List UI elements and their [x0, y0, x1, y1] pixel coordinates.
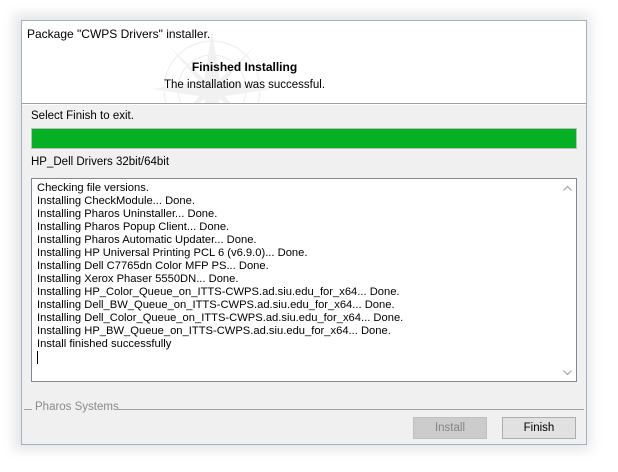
log-line: Installing HP Universal Printing PCL 6 (… [37, 247, 308, 259]
instruction-text: Select Finish to exit. [31, 110, 134, 122]
chevron-up-icon [563, 185, 572, 191]
status-heading: Finished Installing [191, 60, 298, 74]
installer-window: Package "CWPS Drivers" installer. Finish… [21, 20, 587, 445]
progress-bar [31, 128, 577, 149]
scroll-down-button[interactable] [559, 364, 576, 381]
log-line: Installing Dell_BW_Queue_on_ITTS-CWPS.ad… [37, 299, 395, 311]
window-title: Package "CWPS Drivers" installer. [27, 27, 211, 41]
log-line: Installing Dell C7765dn Color MFP PS... … [37, 260, 269, 272]
progress-bar-fill [32, 129, 576, 148]
chevron-down-icon [563, 369, 572, 375]
install-log-textarea[interactable]: Checking file versions. Installing CheckM… [31, 178, 577, 382]
status-subheading: The installation was successful. [163, 79, 326, 91]
footer-divider: Pharos Systems [22, 401, 586, 413]
log-line: Installing Xerox Phaser 5550DN... Done. [37, 273, 239, 285]
log-lines: Checking file versions. Installing CheckM… [37, 182, 403, 364]
scroll-up-button[interactable] [559, 179, 576, 196]
log-line: Installing Pharos Popup Client... Done. [37, 221, 230, 233]
package-name-label: HP_Dell Drivers 32bit/64bit [31, 156, 170, 168]
header-divider [22, 103, 586, 105]
log-line: Installing Pharos Uninstaller... Done. [37, 208, 218, 220]
header-panel: Package "CWPS Drivers" installer. Finish… [22, 21, 586, 103]
log-line: Installing HP_BW_Queue_on_ITTS-CWPS.ad.s… [37, 325, 391, 337]
log-line: Installing Dell_Color_Queue_on_ITTS-CWPS… [37, 312, 404, 324]
log-scrollbar[interactable] [559, 179, 576, 381]
log-line: Installing Pharos Automatic Updater... D… [37, 234, 257, 246]
text-caret [37, 351, 38, 364]
brand-label: Pharos Systems [35, 401, 123, 413]
log-line: Installing CheckModule... Done. [37, 195, 195, 207]
log-line: Checking file versions. [37, 182, 149, 194]
install-button[interactable]: Install [413, 417, 487, 439]
finish-button[interactable]: Finish [502, 417, 576, 439]
log-line: Installing HP_Color_Queue_on_ITTS-CWPS.a… [37, 286, 400, 298]
footer-line-right [118, 409, 584, 410]
footer-line-left [24, 409, 32, 410]
log-line: Install finished successfully [37, 338, 172, 350]
